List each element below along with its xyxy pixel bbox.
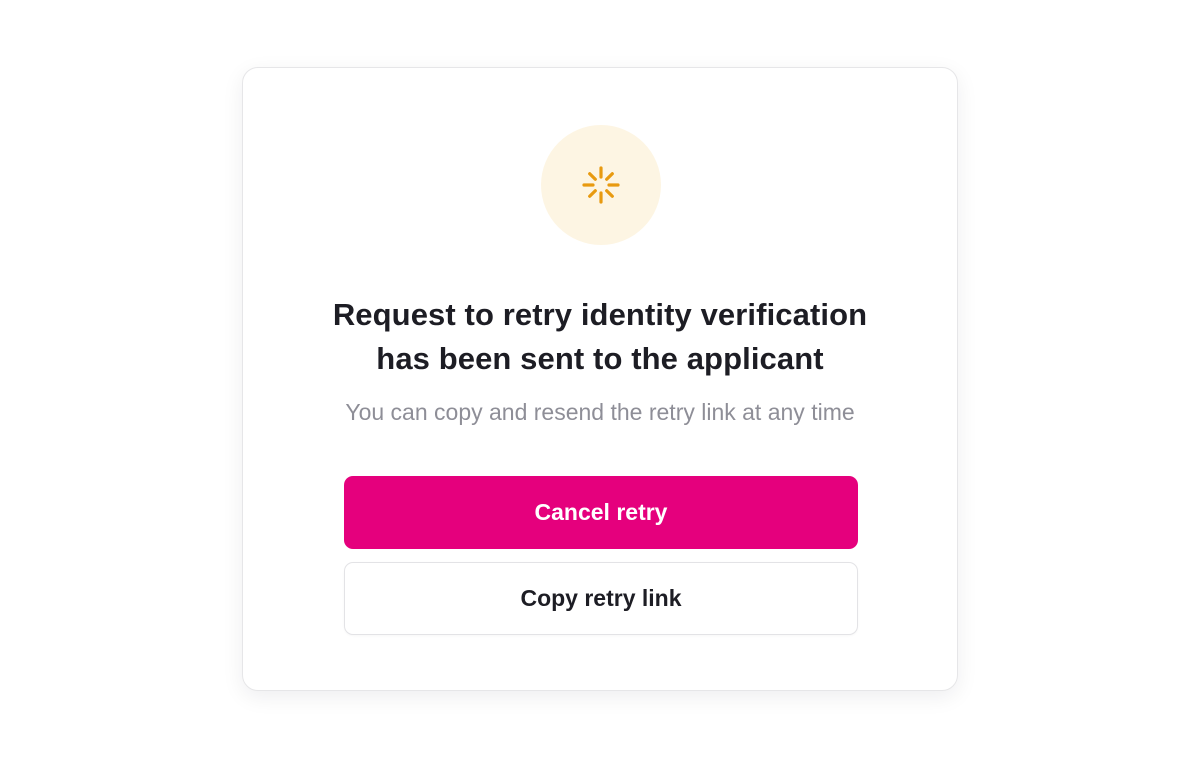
copy-retry-link-label: Copy retry link — [520, 585, 682, 611]
copy-retry-link-button[interactable]: Copy retry link — [344, 562, 858, 635]
cancel-retry-button[interactable]: Cancel retry — [344, 476, 858, 549]
loading-spinner-icon — [582, 166, 620, 204]
dialog-title: Request to retry identity verification h… — [243, 293, 957, 381]
dialog-subtitle: You can copy and resend the retry link a… — [345, 399, 855, 425]
dialog-title-line-2: has been sent to the applicant — [376, 341, 824, 376]
dialog-title-line-1: Request to retry identity verification — [332, 297, 868, 332]
status-indicator — [541, 125, 661, 245]
retry-confirmation-dialog: Request to retry identity verification h… — [242, 67, 958, 691]
cancel-retry-label: Cancel retry — [534, 499, 668, 525]
